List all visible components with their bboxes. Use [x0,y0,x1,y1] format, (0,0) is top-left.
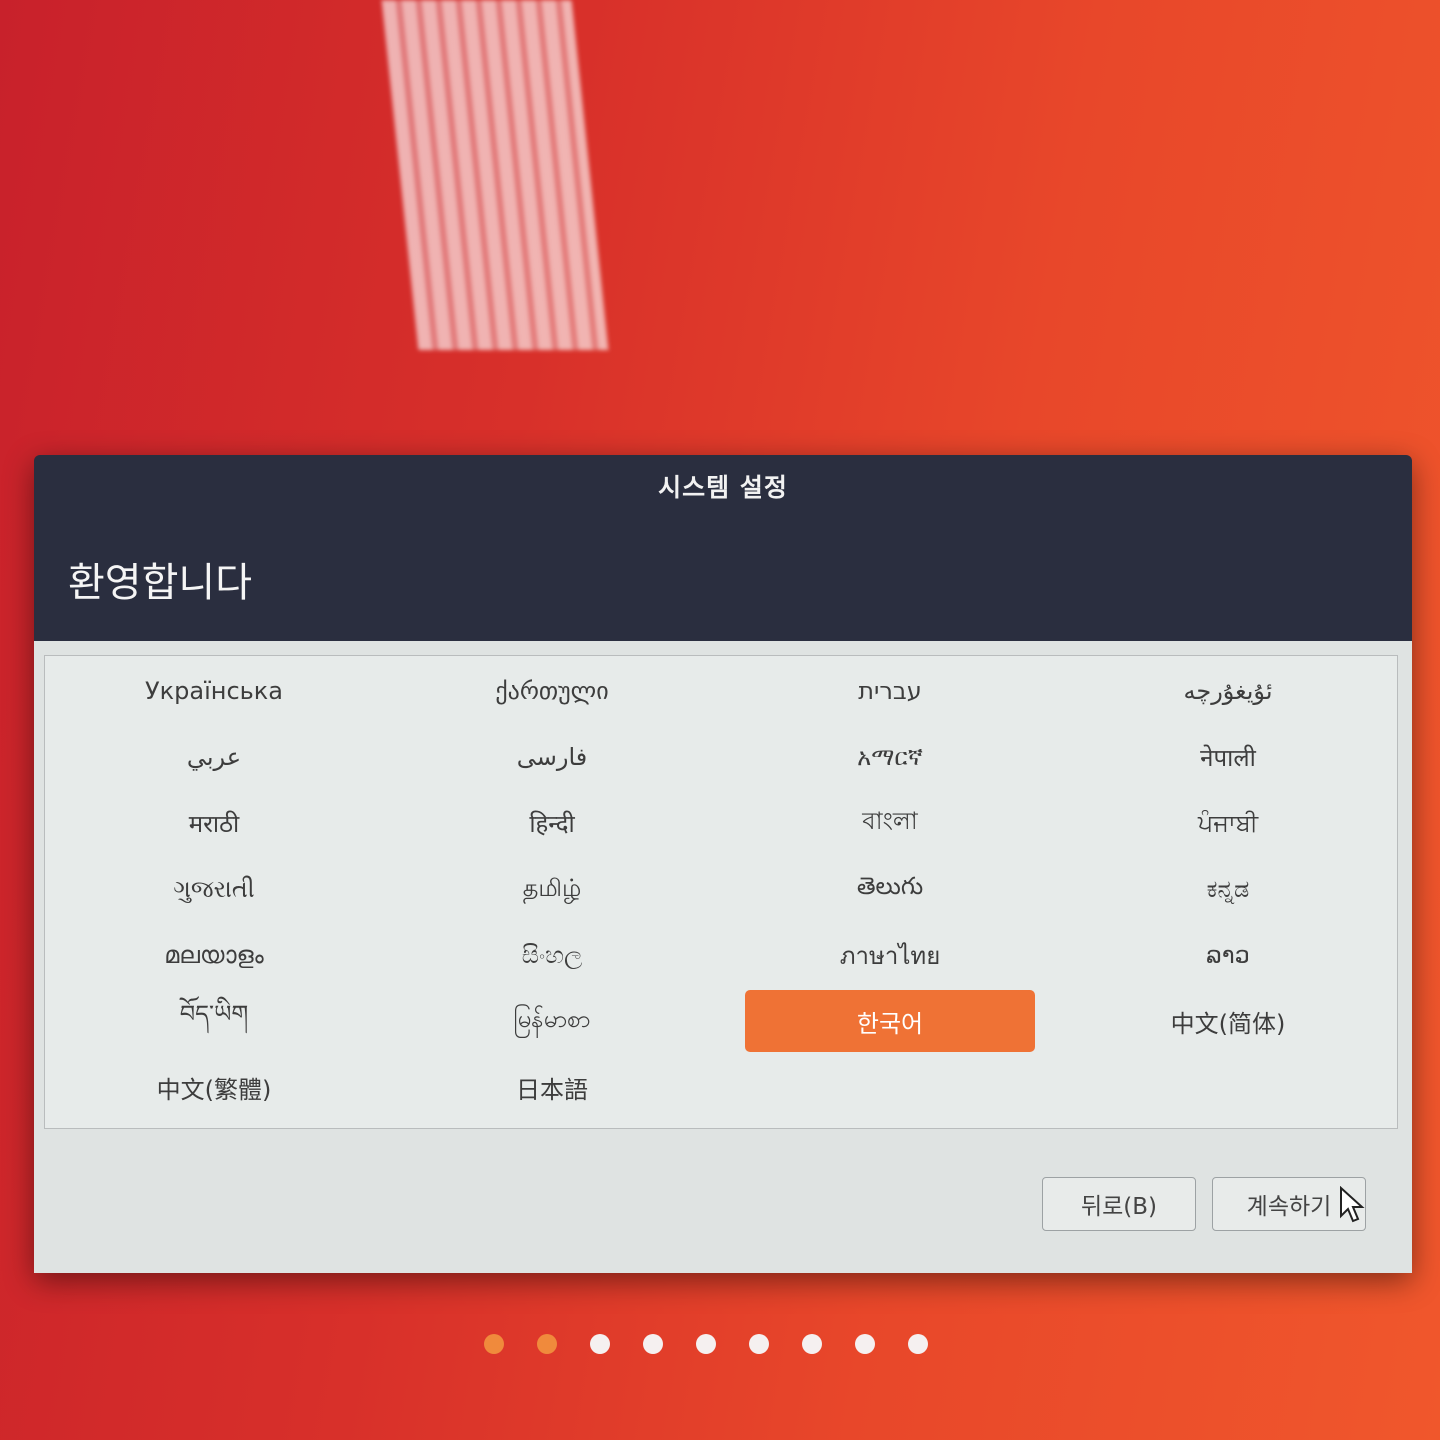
progress-dot [484,1334,504,1354]
language-option[interactable]: ਪੰਜਾਬੀ [1065,791,1391,855]
progress-dot [537,1334,557,1354]
language-option[interactable]: मराठी [51,791,377,855]
progress-dot [855,1334,875,1354]
screen-glare [381,0,609,350]
language-option[interactable]: தமிழ் [389,857,715,921]
progress-dot [802,1334,822,1354]
language-option[interactable]: ئۇيغۇرچە [1065,659,1391,723]
language-option[interactable]: عربي [51,725,377,789]
progress-dot [696,1334,716,1354]
setup-dialog: 시스템 설정 환영합니다 Українська ქართული עברית ئۇ… [34,455,1412,1273]
language-option[interactable]: አማርኛ [727,725,1053,789]
language-option[interactable]: ಕನ್ನಡ [1065,857,1391,921]
mouse-pointer-icon [1340,1186,1365,1223]
language-option[interactable]: 中文(繁體) [51,1055,377,1119]
language-option[interactable]: Українська [51,659,377,723]
language-option[interactable]: ภาษาไทย [727,923,1053,987]
language-option[interactable]: ລາວ [1065,923,1391,987]
language-option[interactable]: বাংলা [727,791,1053,855]
language-option[interactable]: 中文(简体) [1065,989,1391,1053]
progress-dots [484,1334,928,1354]
dialog-content: Українська ქართული עברית ئۇيغۇرچە عربي ف… [34,641,1412,1273]
language-option[interactable]: עברית [727,659,1053,723]
language-grid: Українська ქართული עברית ئۇيغۇرچە عربي ف… [44,655,1398,1129]
language-option-selected[interactable]: 한국어 [745,990,1035,1052]
language-option[interactable]: తెలుగు [727,857,1053,921]
language-option[interactable]: हिन्दी [389,791,715,855]
language-option[interactable]: नेपाली [1065,725,1391,789]
progress-dot [643,1334,663,1354]
progress-dot [749,1334,769,1354]
language-option[interactable]: 日本語 [389,1055,715,1119]
dialog-title: 시스템 설정 [658,473,788,502]
welcome-heading: 환영합니다 [68,560,252,606]
language-option[interactable]: فارسی [389,725,715,789]
language-option[interactable]: བོད་ཡིག [51,989,377,1053]
language-option[interactable]: ქართული [389,659,715,723]
language-option[interactable]: සිංහල [389,923,715,987]
language-option[interactable]: ગુજરાતી [51,857,377,921]
language-option[interactable]: മലയാളം [51,923,377,987]
back-button[interactable]: 뒤로(B) [1042,1177,1196,1231]
progress-dot [590,1334,610,1354]
progress-dot [908,1334,928,1354]
language-option[interactable]: မြန်မာစာ [389,989,715,1053]
